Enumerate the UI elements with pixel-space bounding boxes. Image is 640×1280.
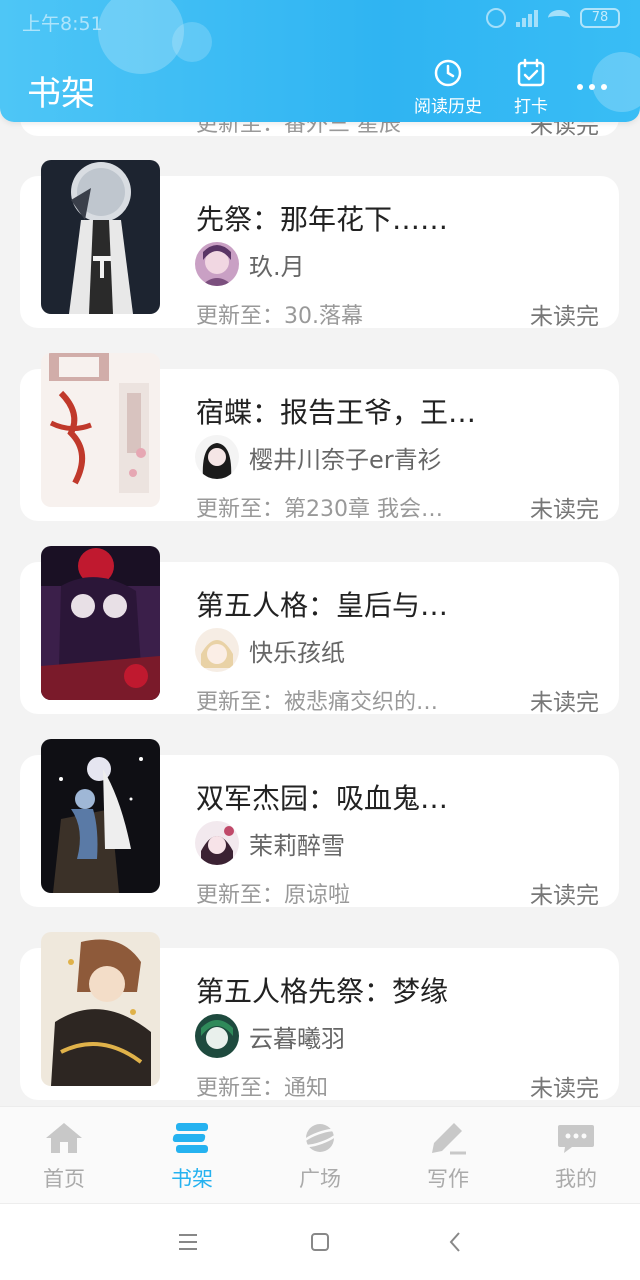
book-update: 更新至：通知: [196, 1076, 329, 1101]
tab-bookshelf[interactable]: 书架: [142, 1121, 242, 1193]
author-row[interactable]: 玖.月: [195, 242, 305, 286]
clock-icon: [434, 59, 462, 87]
check-in-label: 打卡: [514, 97, 548, 117]
book-card[interactable]: 双军杰园：吸血鬼… 茉莉醉雪 更新至：原谅啦 未读完: [20, 739, 619, 909]
author-name: 云暮曦羽: [249, 1024, 345, 1053]
tab-square[interactable]: 广场: [270, 1121, 370, 1193]
book-title: 第五人格先祭：梦缘: [196, 975, 449, 1008]
author-row[interactable]: 茉莉醉雪: [195, 821, 345, 865]
book-cover[interactable]: [41, 546, 160, 700]
home-square-icon[interactable]: [308, 1230, 332, 1254]
author-row[interactable]: 云暮曦羽: [195, 1014, 345, 1058]
author-name: 玖.月: [249, 252, 305, 281]
avatar: [195, 821, 239, 865]
read-status: 未读完: [530, 497, 599, 523]
back-icon[interactable]: [444, 1230, 468, 1254]
reading-history-button[interactable]: 阅读历史: [414, 58, 482, 117]
wifi-icon: [548, 10, 570, 26]
read-status: 未读完: [530, 1076, 599, 1102]
pen-icon: [432, 1123, 466, 1155]
home-icon: [46, 1123, 82, 1153]
reading-history-label: 阅读历史: [414, 97, 482, 117]
book-title: 双军杰园：吸血鬼…: [196, 782, 449, 815]
avatar: [195, 1014, 239, 1058]
book-update: 更新至：30.落幕: [196, 304, 363, 329]
tab-label: 首页: [43, 1167, 85, 1191]
signal-icon: [516, 9, 538, 27]
book-update: 更新至：被悲痛交织的…: [196, 690, 439, 715]
book-cover[interactable]: [41, 160, 160, 314]
book-cover[interactable]: [41, 353, 160, 507]
author-name: 快乐孩纸: [249, 638, 345, 667]
book-card[interactable]: 宿蝶：报告王爷，王… 樱井川奈子er青衫 更新至：第230章 我会… 未读完: [20, 353, 619, 523]
avatar: [195, 242, 239, 286]
book-cover[interactable]: [41, 932, 160, 1086]
menu-icon[interactable]: [176, 1230, 200, 1254]
status-bar: 上午8:51 78: [0, 0, 640, 40]
book-title: 宿蝶：报告王爷，王…: [196, 396, 477, 429]
book-update: 更新至：第230章 我会…: [196, 497, 443, 522]
bookshelf-list[interactable]: 更新至：番外三 星辰 未读完 先祭：那年花下…… 玖.月 更新至：30.落幕 未…: [0, 0, 640, 1106]
tab-home[interactable]: 首页: [14, 1121, 114, 1193]
book-card[interactable]: 第五人格：皇后与… 快乐孩纸 更新至：被悲痛交织的… 未读完: [20, 546, 619, 716]
book-title: 第五人格：皇后与…: [196, 589, 449, 622]
more-dot-icon: [589, 84, 595, 90]
page-title: 书架: [27, 74, 95, 114]
tab-label: 我的: [555, 1167, 597, 1191]
tab-label: 广场: [299, 1167, 341, 1191]
battery-icon: 78: [580, 8, 620, 28]
bookshelf-icon: [172, 1123, 208, 1153]
read-status: 未读完: [530, 883, 599, 909]
bottom-tab-bar: 首页 书架 广场 写作 我的: [0, 1106, 640, 1203]
book-update: 更新至：原谅啦: [196, 883, 351, 908]
book-title: 先祭：那年花下……: [196, 203, 449, 236]
read-status: 未读完: [530, 690, 599, 716]
avatar: [195, 628, 239, 672]
check-in-button[interactable]: 打卡: [514, 58, 548, 117]
avatar: [195, 435, 239, 479]
more-dot-icon: [577, 84, 583, 90]
calendar-check-icon: [517, 58, 545, 87]
read-status: 未读完: [530, 304, 599, 330]
book-cover[interactable]: [41, 739, 160, 893]
author-row[interactable]: 樱井川奈子er青衫: [195, 435, 442, 479]
chat-bubble-icon: [558, 1125, 594, 1153]
tab-write[interactable]: 写作: [398, 1121, 498, 1193]
author-row[interactable]: 快乐孩纸: [195, 628, 345, 672]
author-name: 樱井川奈子er青衫: [249, 445, 442, 474]
author-name: 茉莉醉雪: [249, 831, 345, 860]
status-time: 上午8:51: [22, 13, 103, 35]
decor-bubble: [592, 52, 640, 112]
book-card[interactable]: 第五人格先祭：梦缘 云暮曦羽 更新至：通知 未读完: [20, 932, 619, 1102]
tab-label: 书架: [171, 1167, 213, 1191]
more-options-button[interactable]: [577, 84, 607, 90]
more-dot-icon: [601, 84, 607, 90]
book-card[interactable]: 先祭：那年花下…… 玖.月 更新至：30.落幕 未读完: [20, 160, 619, 330]
status-icons: 78: [486, 8, 620, 28]
alarm-icon: [486, 8, 506, 28]
system-navigation-bar: [0, 1203, 640, 1280]
tab-me[interactable]: 我的: [526, 1121, 626, 1193]
planet-icon: [300, 1124, 340, 1152]
tab-label: 写作: [427, 1167, 469, 1191]
app-header: 上午8:51 78 书架 阅读历史 打卡: [0, 0, 640, 122]
